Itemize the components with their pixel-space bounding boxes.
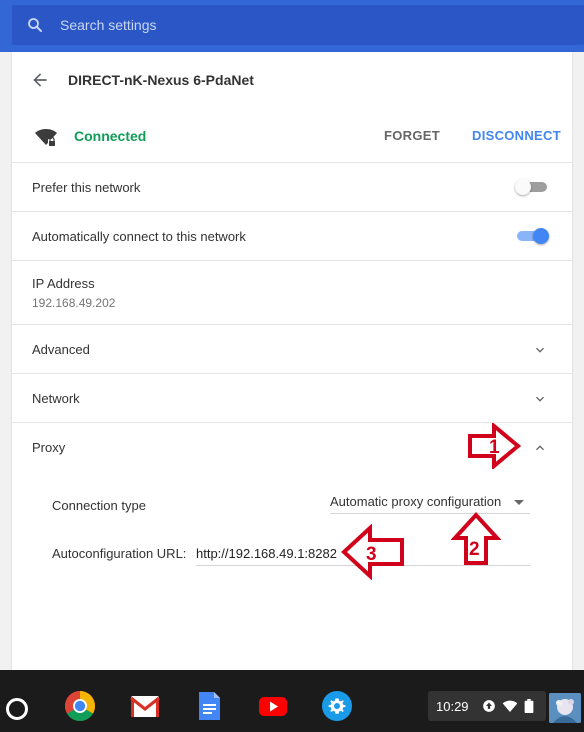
annotation-label-2: 2 [469,539,480,560]
battery-icon [524,699,534,713]
network-name: DIRECT-nK-Nexus 6-PdaNet [68,72,254,88]
toggle-knob [515,179,531,195]
ip-address-value: 192.168.49.202 [32,296,116,310]
ip-address-label: IP Address [32,276,95,291]
advanced-label: Advanced [32,342,90,357]
auto-connect-label: Automatically connect to this network [32,229,246,244]
avatar[interactable] [549,693,581,723]
annotation-label-1: 1 [489,437,500,458]
prefer-network-label: Prefer this network [32,180,141,195]
top-bar [0,0,584,52]
docs-icon[interactable] [193,690,225,722]
shelf: 10:29 [0,670,584,732]
launcher-button[interactable] [6,698,28,720]
network-detail-card: DIRECT-nK-Nexus 6-PdaNet Connected FORGE… [12,52,572,670]
back-arrow-icon[interactable] [30,70,50,90]
chevron-up-icon[interactable] [532,440,548,456]
advanced-row[interactable]: Advanced [12,324,572,373]
disconnect-button[interactable]: DISCONNECT [472,128,561,143]
chevron-down-icon[interactable] [532,342,548,358]
annotation-label-3: 3 [366,544,377,565]
forget-button[interactable]: FORGET [384,128,440,143]
network-label: Network [32,391,80,406]
network-row[interactable]: Network [12,373,572,422]
clock: 10:29 [436,699,469,714]
annotation-arrow-2: 2 [451,512,501,565]
settings-icon[interactable] [321,690,353,722]
auto-connect-toggle[interactable] [515,228,549,244]
proxy-label: Proxy [32,440,66,455]
system-tray[interactable]: 10:29 [428,691,546,721]
search-icon [28,18,42,32]
autoconfig-url-label: Autoconfiguration URL: [52,546,187,561]
avatar-image [549,693,581,723]
chrome-icon[interactable] [64,690,96,722]
status-connected: Connected [74,128,147,144]
wifi-icon [502,700,518,712]
dropdown-arrow-icon [514,500,524,505]
gmail-icon[interactable] [129,690,161,722]
search-box[interactable] [12,5,584,45]
connection-type-select[interactable]: Automatic proxy configuration [330,486,530,514]
sync-up-icon [483,700,495,712]
annotation-arrow-3: 3 [341,524,404,580]
youtube-icon[interactable] [257,690,289,722]
prefer-network-toggle[interactable] [515,179,549,195]
chevron-down-icon[interactable] [532,391,548,407]
prefer-network-row[interactable]: Prefer this network [12,162,572,211]
connection-type-value: Automatic proxy configuration [330,494,502,509]
ip-address-row: IP Address 192.168.49.202 [12,260,572,324]
auto-connect-row[interactable]: Automatically connect to this network [12,211,572,260]
annotation-arrow-1: 1 [468,423,522,469]
toggle-knob [533,228,549,244]
wifi-locked-icon [35,129,57,146]
connection-status-row: Connected FORGET DISCONNECT [12,110,572,162]
connection-type-label: Connection type [52,498,146,513]
search-input[interactable] [58,5,558,45]
network-header: DIRECT-nK-Nexus 6-PdaNet [12,52,572,110]
